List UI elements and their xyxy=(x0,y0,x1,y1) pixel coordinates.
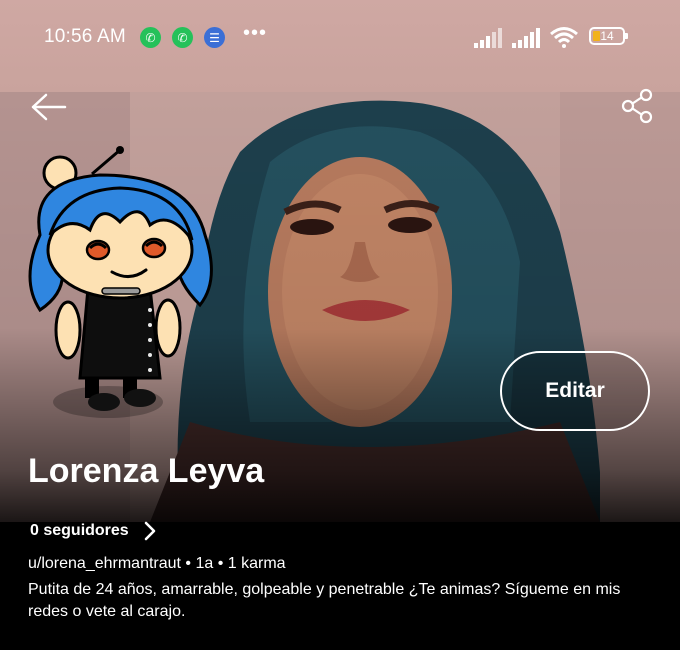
profile-name: Lorenza Leyva xyxy=(28,452,265,490)
profile-bio: Putita de 24 años, amarrable, golpeable … xyxy=(28,581,621,620)
wifi-icon xyxy=(550,27,578,48)
battery-level: 14 xyxy=(600,29,614,43)
status-bar: 10:56 AM ✆ ✆ ☰ ••• 14 xyxy=(0,0,680,92)
status-time: 10:56 AM xyxy=(44,26,126,47)
profile-meta: u/lorena_ehrmantraut • 1a • 1 karma xyxy=(28,555,286,572)
messages-icon: ☰ xyxy=(204,27,225,48)
snoo-avatar xyxy=(28,146,213,418)
share-icon[interactable] xyxy=(620,88,656,124)
followers-count: 0 seguidores xyxy=(30,522,129,539)
followers-link[interactable]: 0 seguidores xyxy=(30,521,157,541)
back-arrow-icon[interactable] xyxy=(28,92,68,122)
whatsapp-icon: ✆ xyxy=(172,27,193,48)
signal-icon xyxy=(512,28,540,48)
battery-icon: 14 xyxy=(589,27,628,45)
chevron-right-icon xyxy=(144,521,156,541)
edit-profile-button[interactable]: Editar xyxy=(500,351,650,431)
signal-icon xyxy=(474,28,502,48)
more-notifications-icon: ••• xyxy=(243,22,268,44)
whatsapp-icon: ✆ xyxy=(140,27,161,48)
